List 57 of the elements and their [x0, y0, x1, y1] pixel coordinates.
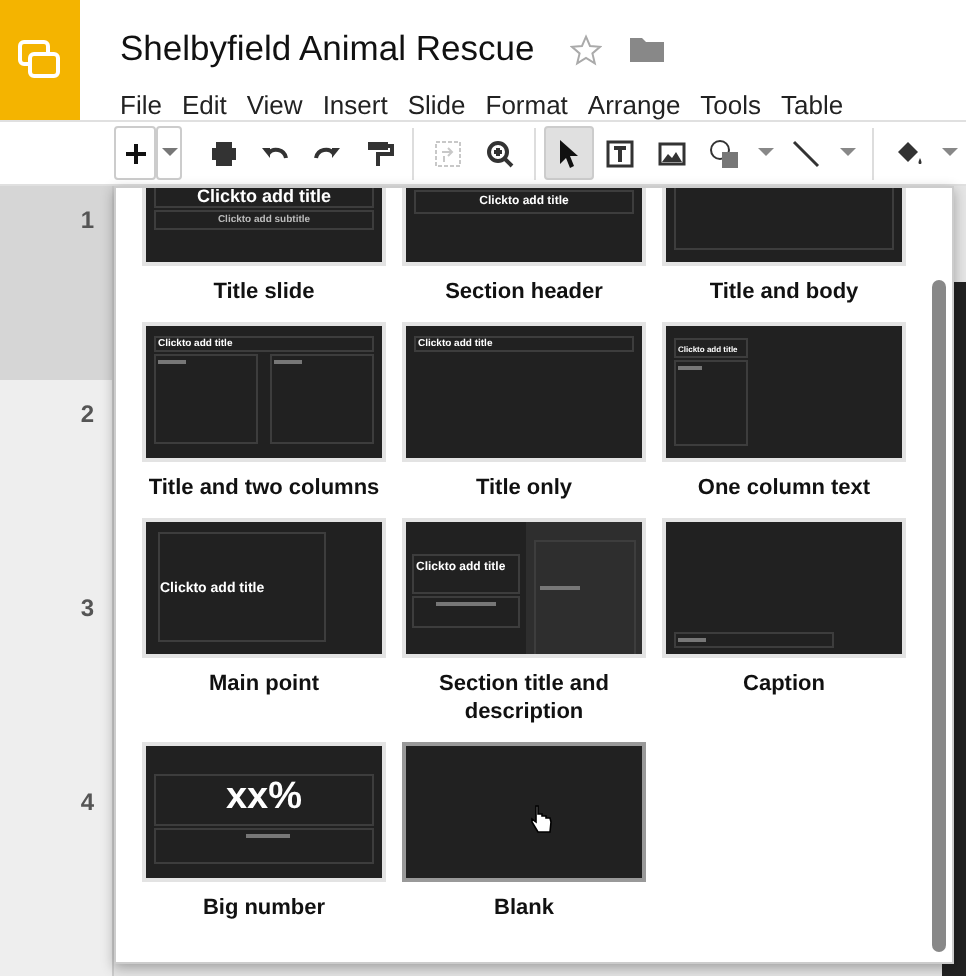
paint-format-icon — [362, 137, 395, 169]
menu-item[interactable]: File — [110, 92, 172, 118]
new-slide-button[interactable] — [114, 126, 157, 180]
slide-thumbnail-slot[interactable]: 4 — [0, 768, 112, 962]
slide-number: 3 — [80, 594, 94, 622]
placeholder-title: xx% — [223, 778, 305, 816]
placeholder-line — [678, 638, 706, 642]
menu-item[interactable]: Arrange — [577, 92, 691, 118]
document-title[interactable]: Shelbyfield Animal Rescue — [120, 32, 535, 68]
placeholder-line — [158, 360, 186, 364]
menu-item[interactable]: Slide — [397, 92, 476, 118]
layout-thumbnail[interactable] — [402, 742, 646, 882]
placeholder-title: Clickto add title — [194, 188, 333, 206]
slide-number: 1 — [80, 206, 94, 234]
layout-label: Caption — [741, 670, 827, 698]
menu-item[interactable]: Format — [475, 92, 578, 118]
layout-label: Title slide — [211, 278, 317, 306]
slide-thumbnail-slot[interactable]: 2 — [0, 380, 112, 574]
menu-item[interactable]: Table — [771, 92, 854, 118]
placeholder-line — [678, 366, 702, 370]
layout-label: One column text — [695, 474, 873, 502]
line-icon — [790, 137, 823, 169]
layout-label: Main point — [207, 670, 321, 698]
caret-icon — [161, 148, 178, 158]
caret-icon[interactable] — [840, 148, 857, 158]
layout-label: Title and body — [707, 278, 861, 306]
dropdown-button[interactable] — [156, 126, 183, 180]
shape-icon — [707, 137, 740, 169]
slide-number: 2 — [80, 400, 94, 428]
image-icon — [655, 137, 688, 169]
scrollbar[interactable] — [932, 280, 946, 952]
hand-cursor-icon — [530, 804, 552, 834]
zoom-icon — [483, 137, 516, 169]
menu-item[interactable]: View — [236, 92, 313, 118]
menu-item[interactable]: Insert — [312, 92, 398, 118]
menu-item[interactable]: Edit — [171, 92, 237, 118]
menu-item[interactable]: Tools — [690, 92, 772, 118]
slides-logo-icon — [18, 40, 62, 80]
slide-number: 4 — [80, 788, 94, 816]
layout-label: Blank — [492, 894, 556, 922]
placeholder-line — [274, 360, 302, 364]
layout-label: Section header — [443, 278, 605, 306]
slide-thumbnail-slot[interactable]: 1 — [0, 186, 112, 380]
layout-icon — [431, 137, 464, 169]
layout-label: Big number — [200, 894, 328, 922]
pointer-button[interactable] — [543, 126, 595, 180]
caret-icon[interactable] — [942, 148, 959, 158]
layout-label: Title and two columns — [146, 474, 382, 502]
placeholder-line — [540, 586, 580, 590]
layout-thumbnail[interactable]: xx% — [142, 742, 386, 882]
caret-icon[interactable] — [757, 148, 774, 158]
layout-label: Title only — [473, 474, 575, 502]
layout-label: Section title and description — [437, 670, 611, 726]
placeholder-line — [436, 602, 496, 606]
text-box-icon — [604, 137, 637, 169]
slide-thumbnail-slot[interactable]: 3 — [0, 574, 112, 768]
placeholder-line — [246, 834, 290, 838]
